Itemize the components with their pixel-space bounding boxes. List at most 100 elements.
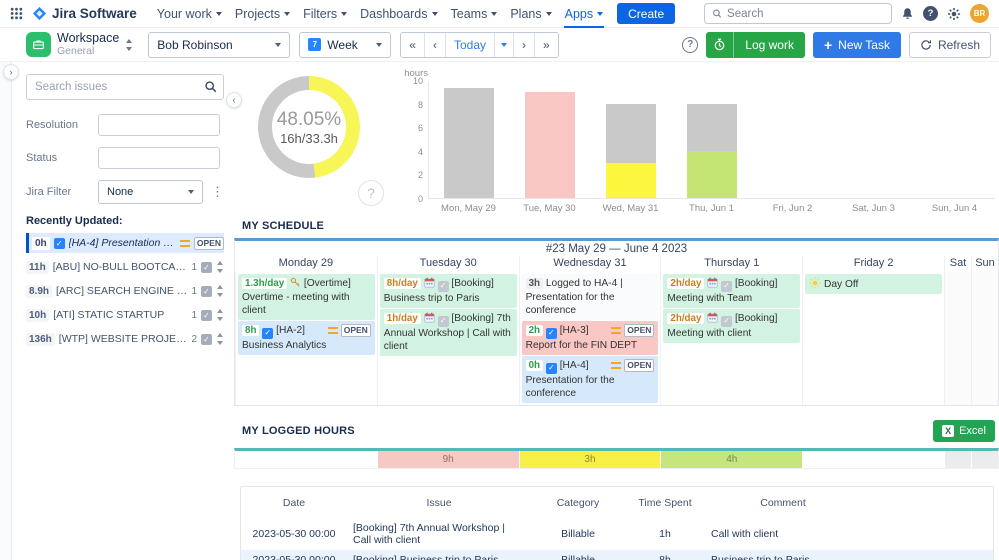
- schedule-card-meeting-client[interactable]: 2h/day ✓ [Booking] Meeting with client: [663, 309, 800, 343]
- schedule-card-logged[interactable]: 3h Logged to HA-4 | Presentation for the…: [522, 274, 659, 320]
- period-select[interactable]: 7 Week: [299, 32, 391, 58]
- today-dropdown[interactable]: [494, 33, 513, 57]
- nav-item-plans[interactable]: Plans: [507, 0, 554, 28]
- chevron-down-icon: [376, 43, 382, 47]
- filter-sidebar: ‹ Resolution Status Jira Filter None ⋮ R…: [12, 62, 234, 560]
- bar-column: [510, 81, 591, 198]
- resolution-input[interactable]: [98, 114, 220, 136]
- sort-arrows-icon[interactable]: [216, 261, 224, 273]
- list-item-arc[interactable]: 8.9h [ARC] SEARCH ENGINE BANDI... 1 ✓: [26, 281, 224, 301]
- bar-column: [672, 81, 753, 198]
- refresh-icon: [920, 39, 932, 51]
- status-badge: OPEN: [194, 237, 224, 250]
- bar-column: [429, 81, 510, 198]
- sort-arrows-icon[interactable]: [216, 285, 224, 297]
- new-task-button[interactable]: + New Task: [813, 32, 901, 58]
- next-week-button[interactable]: ›: [513, 33, 534, 57]
- sort-arrows-icon[interactable]: [216, 333, 224, 345]
- day-header-wed: Wednesday 31: [519, 256, 661, 272]
- schedule-card-day-off[interactable]: Day Off: [805, 274, 942, 294]
- notifications-bell-icon[interactable]: [901, 7, 914, 20]
- chevron-down-icon: [275, 43, 281, 47]
- table-row[interactable]: 2023-05-30 00:00 [Booking] Business trip…: [241, 550, 993, 560]
- expand-panel-button[interactable]: ›: [3, 64, 19, 80]
- today-button[interactable]: Today: [445, 33, 494, 57]
- schedule-card-meeting-team[interactable]: 2h/day ✓ [Booking] Meeting with Team: [663, 274, 800, 308]
- chevron-down-icon: [501, 43, 507, 47]
- donut-chart: 48.05% 16h/33.3h: [258, 76, 360, 178]
- donut-help-icon[interactable]: ?: [358, 180, 384, 206]
- brand-name: Jira Software: [52, 6, 137, 21]
- search-icon: [204, 80, 217, 93]
- day-column-tuesday: 8h/day ✓ [Booking] Business trip to Pari…: [377, 272, 519, 405]
- y-tick: 4: [418, 147, 423, 157]
- global-search[interactable]: [704, 3, 892, 24]
- list-item-ati[interactable]: 10h [ATI] STATIC STARTUP 1 ✓: [26, 305, 224, 325]
- workspace-briefcase-icon: [26, 32, 51, 57]
- nav-item-filters[interactable]: Filters: [300, 0, 350, 28]
- bar-yaxis: hours 0246810: [394, 81, 428, 199]
- schedule-card-ha4[interactable]: OPEN 0h ✓ [HA-4] Presentation for the co…: [522, 356, 659, 403]
- tasks-icon: ✓: [201, 286, 212, 297]
- top-nav: Jira Software Your work Projects Filters…: [0, 0, 999, 28]
- col-header-category: Category: [531, 493, 625, 513]
- week-label: #23 May 29 — June 4 2023: [235, 241, 998, 256]
- schedule-card-paris-trip[interactable]: 8h/day ✓ [Booking] Business trip to Pari…: [380, 274, 517, 308]
- booking-calendar-icon: [424, 277, 435, 288]
- list-item-ha4[interactable]: 0h ✓ [HA-4] Presentation for the c... OP…: [26, 233, 224, 253]
- strip-segment-sat: [944, 451, 971, 468]
- nav-item-your-work[interactable]: Your work: [154, 0, 225, 28]
- app-toolbar: Workspace General Bob Robinson 7 Week « …: [0, 28, 999, 62]
- nav-item-teams[interactable]: Teams: [448, 0, 501, 28]
- workspace-selector[interactable]: Workspace General: [26, 32, 133, 57]
- day-column-thursday: 2h/day ✓ [Booking] Meeting with Team 2h/…: [660, 272, 802, 405]
- strip-segment-thu: 4h: [660, 451, 802, 468]
- prev-week-button[interactable]: ‹: [424, 33, 445, 57]
- global-search-input[interactable]: [727, 8, 884, 20]
- priority-medium-icon: [328, 327, 338, 334]
- status-input[interactable]: [98, 147, 220, 169]
- last-week-button[interactable]: »: [534, 33, 558, 57]
- app-switcher-icon[interactable]: [10, 7, 23, 20]
- collapse-sidebar-button[interactable]: ‹: [226, 92, 242, 108]
- jira-filter-select[interactable]: None: [98, 180, 203, 204]
- jira-logo[interactable]: Jira Software: [32, 6, 137, 21]
- checkbox-checked-icon: ✓: [546, 363, 557, 374]
- search-issues-input[interactable]: [26, 74, 224, 100]
- nav-item-dashboards[interactable]: Dashboards: [357, 0, 440, 28]
- timer-icon[interactable]: [706, 32, 734, 58]
- first-week-button[interactable]: «: [401, 33, 424, 57]
- schedule-card-ha3[interactable]: OPEN 2h ✓ [HA-3] Report for the FIN DEPT: [522, 321, 659, 355]
- day-header-sat: Sat: [944, 256, 971, 272]
- status-badge: OPEN: [341, 324, 371, 337]
- day-header-thu: Thursday 1: [660, 256, 802, 272]
- filter-more-options-icon[interactable]: ⋮: [211, 184, 224, 200]
- schedule-card-workshop[interactable]: 1h/day ✓ [Booking] 7th Annual Workshop |…: [380, 309, 517, 356]
- user-avatar[interactable]: BR: [970, 4, 989, 23]
- sort-arrows-icon[interactable]: [216, 309, 224, 321]
- plus-icon: +: [824, 38, 832, 52]
- schedule-card-overtime[interactable]: 1.3h/day [Overtime] Overtime - meeting w…: [238, 274, 375, 320]
- table-row[interactable]: 2023-05-30 00:00 [Booking] 7th Annual Wo…: [241, 518, 993, 550]
- help-icon[interactable]: ?: [923, 6, 938, 21]
- list-item-wtp[interactable]: 136h [WTP] WEBSITE PROJECT 2 ✓: [26, 329, 224, 349]
- status-badge: OPEN: [624, 359, 654, 372]
- schedule-card-ha2[interactable]: OPEN 8h ✓ [HA-2] Business Analytics: [238, 321, 375, 355]
- tasks-icon: ✓: [201, 262, 212, 273]
- refresh-button[interactable]: Refresh: [909, 32, 991, 58]
- export-excel-button[interactable]: X Excel: [933, 420, 995, 442]
- bar-segment-scheduled-gray: [687, 104, 737, 151]
- user-select[interactable]: Bob Robinson: [148, 32, 290, 58]
- help-circle-icon[interactable]: ?: [682, 37, 698, 53]
- chevron-down-icon: [188, 190, 194, 194]
- day-header-tue: Tuesday 30: [377, 256, 519, 272]
- settings-gear-icon[interactable]: [947, 7, 961, 21]
- create-button[interactable]: Create: [617, 3, 675, 24]
- day-header-sun: Sun: [971, 256, 998, 272]
- x-tick-label: Thu, Jun 1: [671, 199, 752, 214]
- list-item-abu[interactable]: 11h [ABU] NO-BULL BOOTCAMP 1 ✓: [26, 257, 224, 277]
- nav-item-projects[interactable]: Projects: [232, 0, 293, 28]
- log-work-button[interactable]: Log work: [706, 32, 805, 58]
- x-tick-label: Tue, May 30: [509, 199, 590, 214]
- nav-item-apps[interactable]: Apps: [562, 0, 607, 28]
